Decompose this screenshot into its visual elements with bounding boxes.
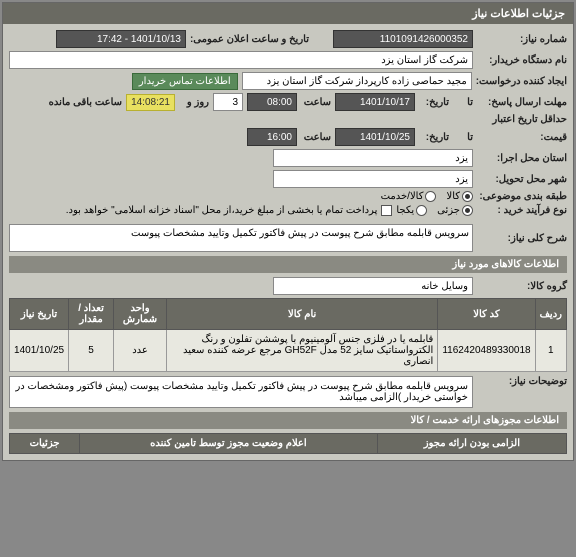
date-label: تاریخ:: [419, 97, 449, 108]
radio-icon: [425, 191, 436, 202]
col-code: کد کالا: [438, 299, 535, 330]
note-text: سرویس قابلمه مطابق شرح پیوست در پیش فاکت…: [9, 376, 473, 408]
note-label: توضیحات نیاز:: [477, 376, 567, 387]
deliver-city-label: شهر محل تحویل:: [477, 174, 567, 185]
radio-full[interactable]: یکجا: [396, 205, 427, 216]
main-header: جزئیات اطلاعات نیاز: [3, 3, 573, 24]
col-name: نام کالا: [167, 299, 438, 330]
send-date: 1401/10/17: [335, 93, 415, 111]
purchase-type-label: نوع فرآیند خرید :: [477, 205, 567, 216]
col-details: جزئیات: [10, 434, 80, 454]
payment-note: پرداخت تمام یا بخشی از مبلغ خرید،از محل …: [66, 205, 378, 216]
remain-time: 14:08:21: [126, 94, 175, 111]
cell-code: 1162420489330018: [438, 330, 535, 372]
purchase-radio-group: جزئی یکجا: [396, 205, 473, 216]
col-mandatory: الزامی بودن ارائه مجوز: [377, 434, 566, 454]
radio-icon: [462, 205, 473, 216]
validity-date: 1401/10/25: [335, 128, 415, 146]
validity-label: حداقل تاریخ اعتبار: [477, 114, 567, 125]
time-label-2: ساعت: [301, 132, 331, 143]
need-no-label: شماره نیاز:: [477, 34, 567, 45]
requester-value: مجید حماصی زاده کارپرداز شرکت گاز استان …: [242, 72, 472, 90]
desc-text: سرویس قابلمه مطابق شرح پیوست در پیش فاکت…: [9, 224, 473, 252]
group-value: وسایل خانه: [273, 277, 473, 295]
permits-table: الزامی بودن ارائه مجوز اعلام وضعیت مجوز …: [9, 433, 567, 454]
cell-date: 1401/10/25: [10, 330, 69, 372]
send-deadline-label: مهلت ارسال پاسخ:: [477, 97, 567, 108]
datetime-value: 1401/10/13 - 17:42: [56, 30, 186, 48]
to-label-2: تا: [453, 132, 473, 143]
radio-service[interactable]: کالا/خدمت: [381, 191, 437, 202]
permits-header: اطلاعات مجوزهای ارائه خدمت / کالا: [9, 412, 567, 429]
radio-icon: [462, 191, 473, 202]
goods-section-header: اطلاعات کالاهای مورد نیاز: [9, 256, 567, 273]
remain-label: ساعت باقی مانده: [49, 97, 122, 108]
col-unit: واحد شمارش: [114, 299, 167, 330]
to-label: تا: [453, 97, 473, 108]
radio-icon: [416, 205, 427, 216]
table-row: 1 1162420489330018 قابلمه یا در فلزی جنس…: [10, 330, 567, 372]
contact-link[interactable]: اطلاعات تماس خریدار: [132, 73, 238, 90]
goods-table: ردیف کد کالا نام کالا واحد شمارش تعداد /…: [9, 298, 567, 372]
group-label: گروه کالا:: [477, 281, 567, 292]
buyer-value: شرکت گاز استان یزد: [9, 51, 473, 69]
radio-partial[interactable]: جزئی: [437, 205, 473, 216]
category-label: طبقه بندی موضوعی:: [477, 191, 567, 202]
cell-qty: 5: [69, 330, 114, 372]
requester-label: ایجاد کننده درخواست:: [476, 76, 567, 87]
validity-time: 16:00: [247, 128, 297, 146]
days-label: روز و: [179, 97, 209, 108]
cell-row: 1: [535, 330, 566, 372]
datetime-label: تاریخ و ساعت اعلان عمومی:: [190, 34, 309, 45]
buyer-label: نام دستگاه خریدار:: [477, 55, 567, 66]
days-value: 3: [213, 93, 243, 111]
send-time: 08:00: [247, 93, 297, 111]
col-date: تاریخ نیاز: [10, 299, 69, 330]
radio-goods[interactable]: کالا: [446, 191, 473, 202]
deliver-city: یزد: [273, 170, 473, 188]
need-no-value: 1101091426000352: [333, 30, 473, 48]
price-label: قیمت:: [477, 132, 567, 143]
col-row: ردیف: [535, 299, 566, 330]
cell-unit: عدد: [114, 330, 167, 372]
time-label-1: ساعت: [301, 97, 331, 108]
cell-name: قابلمه یا در فلزی جنس آلومینیوم با پوششن…: [167, 330, 438, 372]
col-qty: تعداد / مقدار: [69, 299, 114, 330]
payment-checkbox[interactable]: [381, 205, 392, 216]
category-radio-group: کالا کالا/خدمت: [381, 191, 473, 202]
col-guarantee: اعلام وضعیت مجوز توسط تامین کننده: [80, 434, 378, 454]
desc-label: شرح کلی نیاز:: [477, 233, 567, 244]
exec-province-label: استان محل اجرا:: [477, 153, 567, 164]
exec-province: یزد: [273, 149, 473, 167]
date-label-2: تاریخ:: [419, 132, 449, 143]
